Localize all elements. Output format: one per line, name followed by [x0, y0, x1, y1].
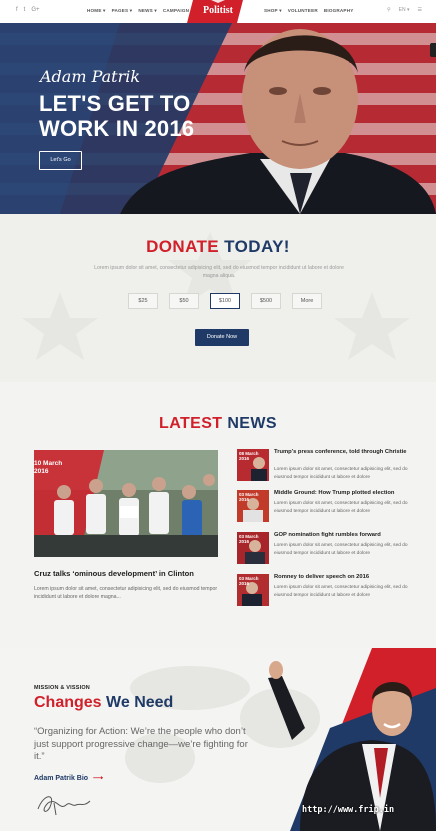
bio-link[interactable]: Adam Patrik Bio ⟶	[34, 774, 103, 782]
news-date: 03 March 2016	[239, 576, 259, 586]
news-thumbnail[interactable]: 03 March 2016	[237, 574, 269, 606]
google-plus-icon[interactable]: G+	[31, 7, 39, 13]
language-selector[interactable]: EN ▾	[399, 7, 410, 13]
latest-news-section: LATEST NEWS 10 March 2016 Cruz talks ‘om…	[0, 382, 436, 648]
news-thumbnail[interactable]: 08 March 2016	[237, 449, 269, 481]
donate-description: Lorem ipsum dolor sit amet, consectetur …	[94, 265, 344, 279]
news-headline[interactable]: GOP nomination fight rumbles forward	[274, 532, 410, 539]
news-title: LATEST NEWS	[0, 415, 436, 433]
nav-item-pages[interactable]: PAGES ▾	[112, 8, 133, 14]
nav-item-campaign[interactable]: CAMPAIGN	[163, 8, 189, 14]
amount-25[interactable]: $25	[128, 293, 158, 309]
main-nav-left: HOME ▾ PAGES ▾ NEWS ▾ CAMPAIGN	[87, 8, 189, 14]
amount-100[interactable]: $100	[210, 293, 240, 309]
nav-item-shop[interactable]: SHOP ▾	[264, 8, 282, 14]
news-headline[interactable]: Romney to deliver speech on 2016	[274, 574, 410, 581]
news-date: 03 March 2016	[239, 534, 259, 544]
donation-amounts: $25 $50 $100 $500 More	[128, 293, 322, 309]
nav-item-home[interactable]: HOME ▾	[87, 8, 106, 14]
mission-title-navy: We Need	[106, 694, 174, 711]
nav-item-biography[interactable]: BIOGRAPHY	[324, 8, 354, 14]
logo[interactable]: Politist	[187, 0, 249, 23]
news-excerpt: Lorem ipsum dolor sit amet, consectetur …	[274, 467, 408, 480]
site-header: f t G+ HOME ▾ PAGES ▾ NEWS ▾ CAMPAIGN Po…	[0, 0, 436, 23]
facebook-icon[interactable]: f	[16, 7, 18, 13]
news-date: 03 March 2016	[239, 492, 259, 502]
donate-now-button[interactable]: Donate Now	[195, 329, 249, 346]
logo-text: Politist	[203, 5, 233, 16]
news-headline[interactable]: Trump's press conference, told through C…	[274, 449, 410, 456]
news-title-red: LATEST	[159, 415, 223, 432]
menu-icon[interactable]: ☰	[418, 7, 422, 13]
lets-go-button[interactable]: Let's Go	[39, 151, 82, 170]
news-item[interactable]: 03 March 2016 Middle Ground: How Trump p…	[237, 490, 409, 524]
bio-link-label: Adam Patrik Bio	[34, 775, 89, 782]
news-item[interactable]: 03 March 2016 GOP nomination fight rumbl…	[237, 532, 409, 566]
news-thumbnail[interactable]: 03 March 2016	[237, 532, 269, 564]
main-news-date: 10 March 2016	[34, 460, 63, 475]
signature	[37, 796, 91, 816]
news-excerpt: Lorem ipsum dolor sit amet, consectetur …	[274, 585, 408, 598]
news-item[interactable]: 03 March 2016 Romney to deliver speech o…	[237, 574, 409, 608]
twitter-icon[interactable]: t	[24, 7, 26, 13]
news-headline[interactable]: Middle Ground: How Trump plotted electio…	[274, 490, 410, 497]
search-icon[interactable]: ⚲	[387, 7, 391, 13]
hero-candidate-name: Adam Patrik	[40, 67, 141, 86]
nav-item-volunteer[interactable]: VOLUNTEER	[288, 8, 318, 14]
mission-section: MISSION & VISSION Changes We Need “Organ…	[0, 648, 436, 831]
main-news-headline[interactable]: Cruz talks ‘ominous development’ in Clin…	[34, 569, 194, 578]
donate-title-red: DONATE	[146, 237, 220, 256]
amount-500[interactable]: $500	[251, 293, 281, 309]
amount-more[interactable]: More	[292, 293, 322, 309]
watermark: http://www.frip.in	[302, 805, 395, 815]
news-date: 08 March 2016	[239, 451, 259, 461]
donate-title: DONATE TODAY!	[0, 237, 436, 257]
mission-label: MISSION & VISSION	[34, 685, 90, 691]
settings-side-tab[interactable]	[430, 43, 436, 57]
news-item[interactable]: 08 March 2016 Trump's press conference, …	[237, 449, 409, 483]
donate-title-navy: TODAY!	[224, 237, 290, 256]
news-excerpt: Lorem ipsum dolor sit amet, consectetur …	[274, 501, 408, 514]
hero-title: LET'S GET TO WORK IN 2016	[39, 91, 195, 141]
main-news-excerpt: Lorem ipsum dolor sit amet, consectetur …	[34, 586, 218, 600]
nav-item-news[interactable]: NEWS ▾	[138, 8, 157, 14]
news-excerpt: Lorem ipsum dolor sit amet, consectetur …	[274, 543, 408, 556]
amount-50[interactable]: $50	[169, 293, 199, 309]
news-thumbnail[interactable]: 03 March 2016	[237, 490, 269, 522]
hero-banner: Adam Patrik LET'S GET TO WORK IN 2016 Le…	[0, 23, 436, 214]
news-title-navy: NEWS	[227, 415, 277, 432]
header-tools: ⚲ EN ▾ ☰	[387, 7, 422, 13]
main-nav-right: SHOP ▾ VOLUNTEER BIOGRAPHY	[264, 8, 353, 14]
arrow-right-icon: ⟶	[93, 775, 104, 782]
mission-title: Changes We Need	[34, 694, 173, 712]
donate-section: DONATE TODAY! Lorem ipsum dolor sit amet…	[0, 214, 436, 382]
mission-quote: “Organizing for Action: We’re the people…	[34, 726, 248, 762]
social-links: f t G+	[16, 7, 40, 13]
mission-title-red: Changes	[34, 694, 102, 711]
